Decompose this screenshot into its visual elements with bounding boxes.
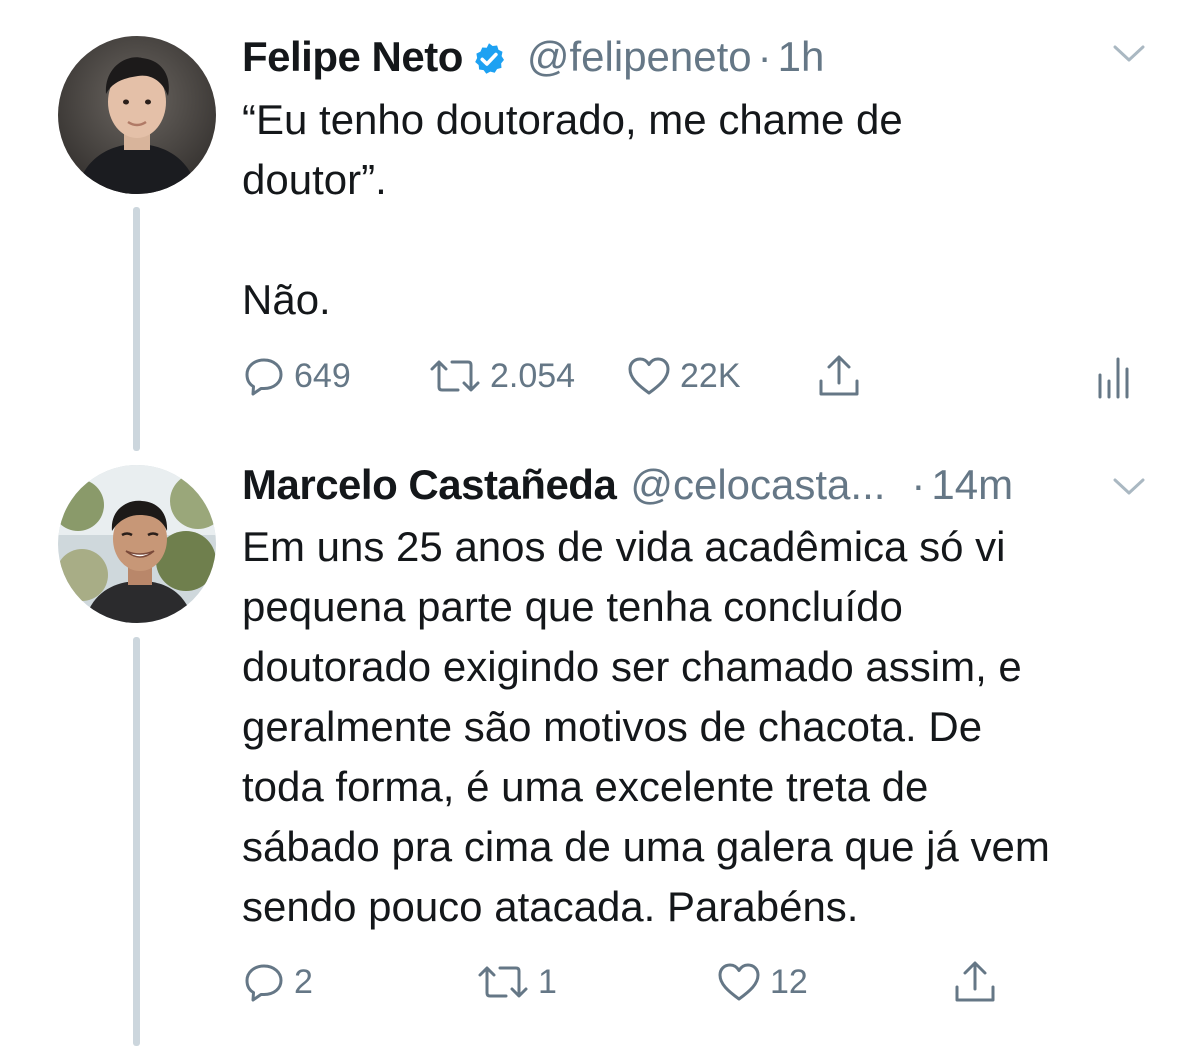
timestamp[interactable]: 14m [931,461,1013,509]
tweet-text-line: doutorado exigindo ser chamado assim, e [242,643,1022,690]
reply-button[interactable]: 649 [242,351,351,401]
tweet-header: Marcelo Castañeda @celocasta... · 14m [242,455,1160,515]
like-icon [716,960,762,1004]
retweet-count: 2.054 [490,356,576,395]
tweet-text-line: toda forma, é uma excelente treta de [242,763,929,810]
avatar[interactable] [58,465,216,623]
analytics-icon [1094,353,1130,399]
display-name[interactable]: Felipe Neto [242,33,463,81]
tweet-header: Felipe Neto @felipeneto · 1h [242,27,1160,87]
tweet-marcelo-castaneda[interactable]: Marcelo Castañeda @celocasta... · 14m Em… [0,455,1200,1046]
analytics-button[interactable] [1094,351,1130,401]
display-name[interactable]: Marcelo Castañeda [242,461,617,509]
tweet-text-line: geralmente são motivos de chacota. De [242,703,983,750]
share-button[interactable] [816,351,862,401]
retweet-button[interactable]: 1 [476,957,557,1007]
retweet-icon [428,354,482,398]
tweet-text-line: pequena parte que tenha concluído [242,583,903,630]
retweet-button[interactable]: 2.054 [428,351,575,401]
tweet-thread: Felipe Neto @felipeneto · 1h “Eu tenho d… [0,0,1200,1046]
like-count: 12 [770,962,808,1001]
share-icon [816,353,862,399]
reply-count: 649 [294,356,351,395]
tweet-text: “Eu tenho doutorado, me chame de doutor”… [242,90,1162,330]
tweet-text-line: “Eu tenho doutorado, me chame de [242,96,903,143]
retweet-count: 1 [538,962,557,1001]
like-button[interactable]: 22K [626,351,741,401]
separator-dot: · [757,33,772,80]
reply-icon [242,354,286,398]
reply-count: 2 [294,962,313,1001]
thread-connector [133,207,140,451]
thread-connector [133,637,140,1046]
tweet-actions: 2 1 12 [242,957,1142,1007]
share-button[interactable] [952,957,998,1007]
tweet-text-line: sendo pouco atacada. Parabéns. [242,883,859,930]
username-handle[interactable]: @celocasta... [630,461,885,509]
tweet-text-line: sábado pra cima de uma galera que já vem [242,823,1050,870]
verified-badge-icon [471,39,507,75]
reply-icon [242,960,286,1004]
avatar[interactable] [58,36,216,194]
chevron-down-icon[interactable] [1112,44,1146,64]
tweet-text-line: Em uns 25 anos de vida acadêmica só vi [242,523,1006,570]
tweet-text-line: doutor”. [242,156,387,203]
chevron-down-icon[interactable] [1112,477,1146,497]
username-handle[interactable]: @felipeneto [527,33,752,81]
retweet-icon [476,960,530,1004]
timestamp[interactable]: 1h [778,33,825,81]
tweet-felipe-neto[interactable]: Felipe Neto @felipeneto · 1h “Eu tenho d… [0,0,1200,455]
separator-dot: · [911,461,926,508]
reply-button[interactable]: 2 [242,957,313,1007]
tweet-actions: 649 2.054 22K [242,351,1142,401]
tweet-text-blank-line [242,210,1162,270]
share-icon [952,959,998,1005]
like-button[interactable]: 12 [716,957,808,1007]
tweet-text-line: Não. [242,276,331,323]
like-icon [626,354,672,398]
like-count: 22K [680,356,741,395]
tweet-text: Em uns 25 anos de vida acadêmica só vi p… [242,517,1162,937]
